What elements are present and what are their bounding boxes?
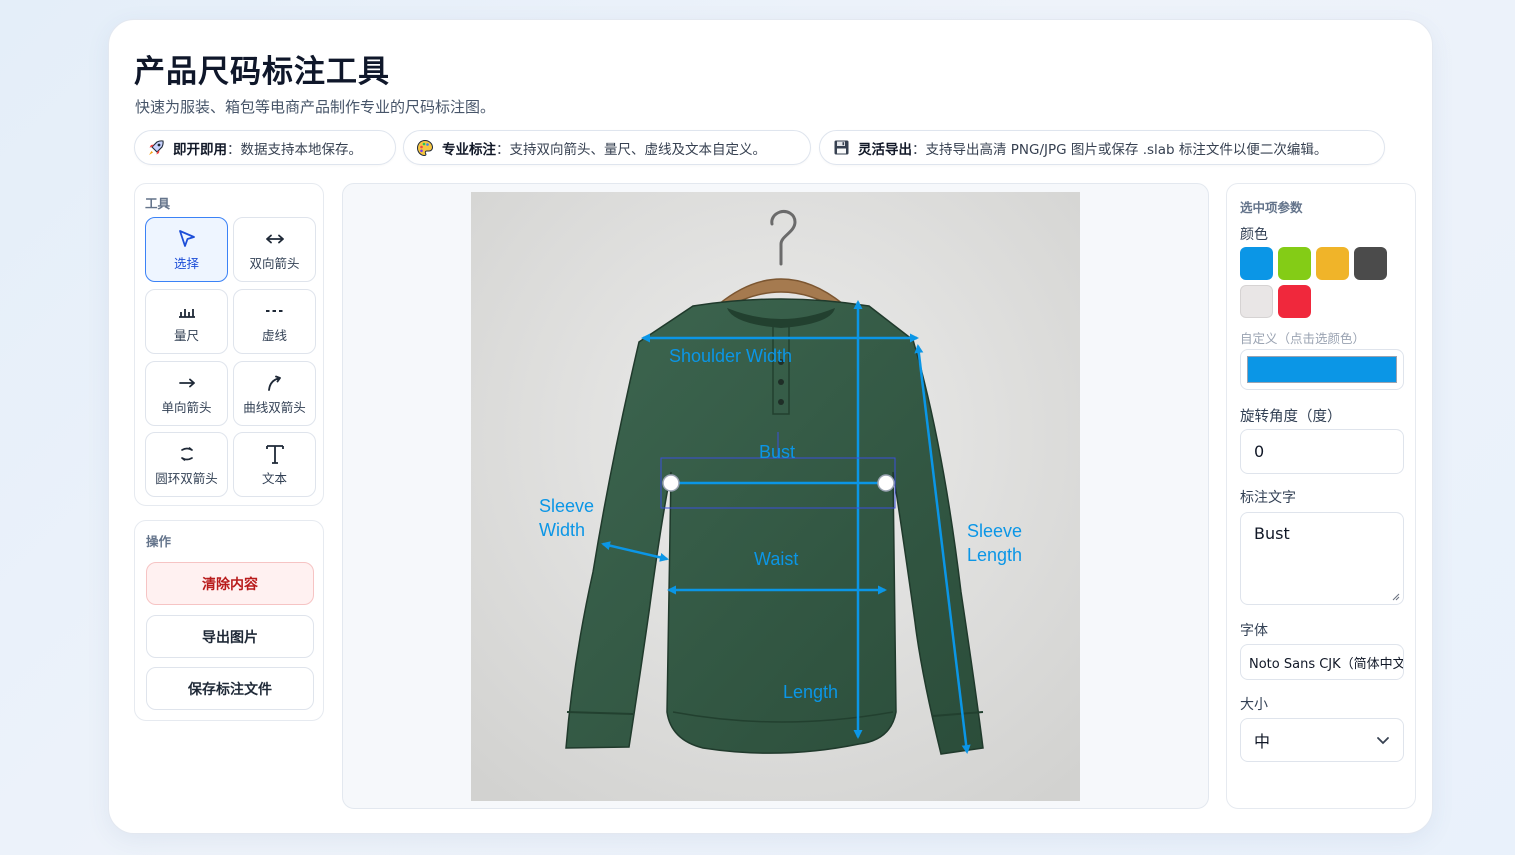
actions-panel-title: 操作 <box>146 534 172 549</box>
length-label[interactable]: Length <box>783 682 838 702</box>
sleeve-width-label-line2[interactable]: Width <box>539 520 585 540</box>
cursor-arrow-icon <box>176 227 198 251</box>
shoulder-width-label[interactable]: Shoulder Width <box>669 346 792 366</box>
annotation-text-label: 标注文字 <box>1240 490 1296 506</box>
tool-label: 双向箭头 <box>249 256 300 271</box>
custom-color-preview <box>1247 356 1397 383</box>
save-annotation-file-button[interactable]: 保存标注文件 <box>146 667 314 710</box>
size-select[interactable]: 中 <box>1240 718 1404 762</box>
tool-label: 选择 <box>173 256 199 271</box>
bust-handle-right[interactable] <box>877 474 895 492</box>
actions-panel: 操作 清除内容 导出图片 保存标注文件 <box>134 520 324 721</box>
tool-label: 虚线 <box>261 328 287 343</box>
tool-ring-arrow[interactable]: 圆环双箭头 <box>145 432 228 497</box>
feature-chip-text: ：支持双向箭头、量尺、虚线及文本自定义。 <box>496 141 766 158</box>
feature-chip-flexible-export: 灵活导出 ：支持导出高清 PNG/JPG 图片或保存 .slab 标注文件以便二次… <box>819 130 1385 165</box>
sleeve-length-label-line1[interactable]: Sleeve <box>967 521 1022 541</box>
color-swatch-green[interactable] <box>1278 247 1311 280</box>
page-subtitle: 快速为服装、箱包等电商产品制作专业的尺码标注图。 <box>135 98 496 116</box>
custom-color-label: 自定义（点击选颜色） <box>1240 331 1366 346</box>
feature-chip-pro-annotation: 专业标注 ：支持双向箭头、量尺、虚线及文本自定义。 <box>403 130 811 165</box>
tool-label: 量尺 <box>173 328 199 343</box>
canvas-area[interactable]: Shoulder Width Length Sleeve Length Slee… <box>342 183 1209 809</box>
resize-grip-icon[interactable] <box>1391 592 1400 601</box>
sleeve-length-label-line2[interactable]: Length <box>967 545 1022 565</box>
rotation-label: 旋转角度（度） <box>1240 409 1342 425</box>
rotation-input[interactable]: 0 <box>1240 429 1404 474</box>
tool-text[interactable]: 文本 <box>233 432 316 497</box>
text-t-icon <box>265 442 285 466</box>
curved-arrow-icon <box>265 371 285 395</box>
tool-select[interactable]: 选择 <box>145 217 228 282</box>
properties-panel-title: 选中项参数 <box>1240 200 1303 215</box>
color-label: 颜色 <box>1240 227 1268 243</box>
feature-chip-text: ：支持导出高清 PNG/JPG 图片或保存 .slab 标注文件以便二次编辑。 <box>912 141 1328 158</box>
clear-content-button[interactable]: 清除内容 <box>146 562 314 605</box>
tool-label: 单向箭头 <box>161 400 212 415</box>
size-select-value: 中 <box>1254 732 1271 751</box>
feature-chip-bold: 灵活导出 <box>858 141 912 158</box>
annotation-text-value: Bust <box>1254 524 1290 543</box>
annotation-canvas[interactable]: Shoulder Width Length Sleeve Length Slee… <box>471 192 1080 801</box>
font-select-value: Noto Sans CJK（简体中文） <box>1249 656 1404 672</box>
waist-label[interactable]: Waist <box>754 549 798 569</box>
bust-label[interactable]: Bust <box>759 442 795 462</box>
tools-panel-title: 工具 <box>145 196 171 211</box>
palette-icon <box>416 139 434 157</box>
rocket-icon <box>147 139 165 157</box>
feature-chip-text: ：数据支持本地保存。 <box>227 141 362 158</box>
export-image-button[interactable]: 导出图片 <box>146 615 314 658</box>
floppy-disk-icon <box>832 139 850 157</box>
tool-curved-arrow[interactable]: 曲线双箭头 <box>233 361 316 426</box>
ruler-icon <box>177 299 197 323</box>
color-swatch-blue[interactable] <box>1240 247 1273 280</box>
feature-chip-bold: 专业标注 <box>442 141 496 158</box>
color-swatch-light-gray[interactable] <box>1240 285 1273 318</box>
tool-ruler[interactable]: 量尺 <box>145 289 228 354</box>
dashed-line-icon <box>264 299 286 323</box>
right-arrow-icon <box>177 371 197 395</box>
tool-single-arrow[interactable]: 单向箭头 <box>145 361 228 426</box>
feature-chip-quick-start: 即开即用 ：数据支持本地保存。 <box>134 130 396 165</box>
ring-arrow-icon <box>178 442 196 466</box>
font-label: 字体 <box>1240 623 1268 639</box>
custom-color-picker[interactable] <box>1240 349 1404 390</box>
chevron-down-icon <box>1377 736 1389 744</box>
color-swatch-red[interactable] <box>1278 285 1311 318</box>
sleeve-width-label-line1[interactable]: Sleeve <box>539 496 594 516</box>
size-label: 大小 <box>1240 697 1268 713</box>
tool-double-arrow[interactable]: 双向箭头 <box>233 217 316 282</box>
properties-panel: 选中项参数 颜色 自定义（点击选颜色） 旋转角度（度） 0 标注文字 Bust … <box>1226 183 1416 809</box>
product-photo[interactable]: Shoulder Width Length Sleeve Length Slee… <box>471 192 1080 801</box>
annotation-text-textarea[interactable]: Bust <box>1240 512 1404 605</box>
font-select[interactable]: Noto Sans CJK（简体中文） <box>1240 644 1404 680</box>
color-swatch-dark-gray[interactable] <box>1354 247 1387 280</box>
tool-label: 文本 <box>261 471 287 486</box>
app-card: 产品尺码标注工具 快速为服装、箱包等电商产品制作专业的尺码标注图。 即开即用 ：数… <box>108 19 1433 834</box>
color-swatch-yellow[interactable] <box>1316 247 1349 280</box>
bust-handle-left[interactable] <box>662 474 680 492</box>
feature-chip-bold: 即开即用 <box>173 141 227 158</box>
double-arrow-icon <box>264 227 286 251</box>
tool-dashed-line[interactable]: 虚线 <box>233 289 316 354</box>
page-title: 产品尺码标注工具 <box>134 54 390 90</box>
tools-panel: 工具 选择 双向箭头 量尺 虚线 单向箭头 曲线双箭头 圆环双箭头 文本 <box>134 183 324 506</box>
tool-label: 曲线双箭头 <box>243 400 306 415</box>
tool-label: 圆环双箭头 <box>155 471 218 486</box>
